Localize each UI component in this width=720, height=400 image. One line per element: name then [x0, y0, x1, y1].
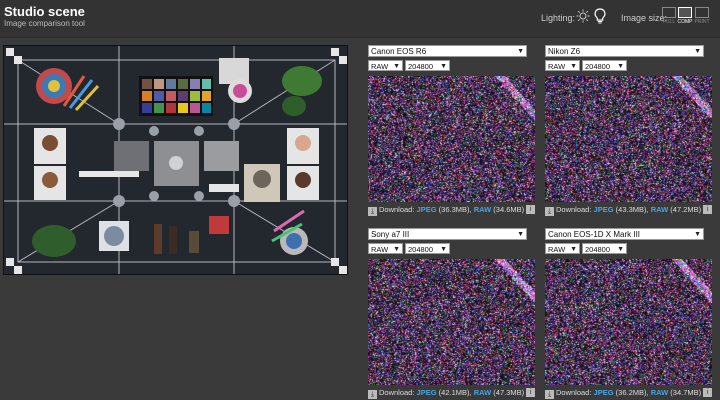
jpeg-download-link[interactable]: JPEG [594, 388, 614, 397]
header: Studio scene Image comparison tool Light… [0, 0, 720, 38]
info-icon[interactable]: i [703, 205, 712, 214]
page-title: Studio scene [4, 4, 85, 19]
raw-download-link[interactable]: RAW [474, 205, 492, 214]
iso-select[interactable]: 204800 ▼ [582, 60, 627, 71]
download-row: ⤓ Download: JPEG (36.2MB), RAW (34.7MB) i [545, 387, 712, 399]
format-select[interactable]: RAW ▼ [368, 60, 403, 71]
camera-select[interactable]: Nikon Z6 ▼ [545, 45, 704, 57]
iso-select[interactable]: 204800 ▼ [582, 243, 627, 254]
size-comp-button[interactable]: COMP [677, 7, 693, 27]
chevron-down-icon: ▼ [694, 231, 701, 238]
noise-crop-image[interactable] [368, 259, 535, 385]
camera-select[interactable]: Canon EOS R6 ▼ [368, 45, 527, 57]
chevron-down-icon: ▼ [617, 63, 624, 70]
chevron-down-icon: ▼ [570, 246, 577, 253]
download-icon[interactable]: ⤓ [368, 207, 377, 216]
camera-select[interactable]: Canon EOS-1D X Mark III ▼ [545, 228, 704, 240]
noise-crop-image[interactable] [368, 76, 535, 202]
info-icon[interactable]: i [526, 205, 535, 214]
lightbulb-icon[interactable] [594, 8, 606, 24]
format-select[interactable]: RAW ▼ [368, 243, 403, 254]
chevron-down-icon: ▼ [440, 63, 447, 70]
iso-select[interactable]: 204800 ▼ [405, 243, 450, 254]
jpeg-download-link[interactable]: JPEG [594, 205, 614, 214]
raw-download-link[interactable]: RAW [651, 205, 669, 214]
iso-select[interactable]: 204800 ▼ [405, 60, 450, 71]
download-row: ⤓ Download: JPEG (43.3MB), RAW (47.2MB) i [545, 204, 712, 216]
lighting-label: Lighting: [541, 13, 576, 23]
noise-crop-image[interactable] [545, 76, 712, 202]
chevron-down-icon: ▼ [694, 48, 701, 55]
camera-select[interactable]: Sony a7 III ▼ [368, 228, 527, 240]
jpeg-download-link[interactable]: JPEG [417, 205, 437, 214]
page-subtitle: Image comparison tool [4, 19, 85, 28]
studio-scene-image[interactable] [3, 45, 348, 275]
info-icon[interactable]: i [703, 388, 712, 397]
download-icon[interactable]: ⤓ [545, 390, 554, 399]
jpeg-download-link[interactable]: JPEG [417, 388, 437, 397]
size-print-icon [695, 7, 709, 18]
download-icon[interactable]: ⤓ [545, 207, 554, 216]
scene-illustration [4, 46, 347, 274]
download-icon[interactable]: ⤓ [368, 390, 377, 399]
chevron-down-icon: ▼ [517, 48, 524, 55]
raw-download-link[interactable]: RAW [651, 388, 669, 397]
chevron-down-icon: ▼ [617, 246, 624, 253]
chevron-down-icon: ▼ [440, 246, 447, 253]
size-comp-icon [678, 7, 692, 18]
sun-icon[interactable] [576, 9, 590, 23]
format-select[interactable]: RAW ▼ [545, 60, 580, 71]
download-row: ⤓ Download: JPEG (42.1MB), RAW (47.3MB) i [368, 387, 535, 399]
format-select[interactable]: RAW ▼ [545, 243, 580, 254]
chevron-down-icon: ▼ [570, 63, 577, 70]
size-print-button[interactable]: PRINT [694, 7, 710, 27]
size-full-icon [662, 7, 676, 18]
raw-download-link[interactable]: RAW [474, 388, 492, 397]
chevron-down-icon: ▼ [393, 246, 400, 253]
chevron-down-icon: ▼ [517, 231, 524, 238]
chevron-down-icon: ▼ [393, 63, 400, 70]
download-row: ⤓ Download: JPEG (36.3MB), RAW (34.6MB) i [368, 204, 535, 216]
noise-crop-image[interactable] [545, 259, 712, 385]
info-icon[interactable]: i [526, 388, 535, 397]
